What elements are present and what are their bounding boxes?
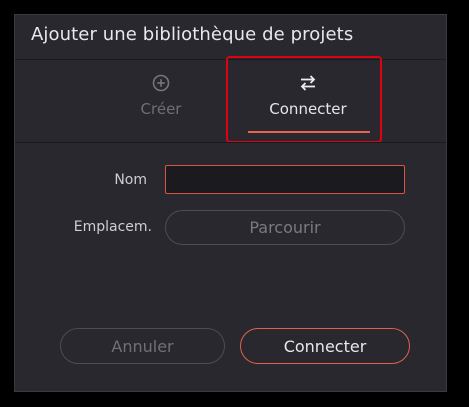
tabs-divider <box>15 142 446 143</box>
cancel-button[interactable]: Annuler <box>60 328 225 364</box>
title-divider <box>15 59 446 60</box>
active-tab-indicator <box>248 131 370 133</box>
swap-arrows-icon <box>300 75 316 91</box>
tab-connect-label: Connecter <box>269 100 347 118</box>
browse-button[interactable]: Parcourir <box>165 210 405 245</box>
location-label: Emplacem. <box>73 219 152 235</box>
name-input[interactable] <box>165 165 405 194</box>
plus-circle-icon <box>152 74 170 92</box>
tab-create-label: Créer <box>140 100 182 118</box>
name-label: Nom <box>114 172 147 188</box>
dialog-title: Ajouter une bibliothèque de projets <box>31 24 354 45</box>
add-project-library-dialog: Ajouter une bibliothèque de projets Crée… <box>14 14 447 392</box>
tab-create[interactable]: Créer <box>111 71 211 131</box>
tab-connect[interactable]: Connecter <box>248 71 368 131</box>
connect-button[interactable]: Connecter <box>240 328 410 364</box>
